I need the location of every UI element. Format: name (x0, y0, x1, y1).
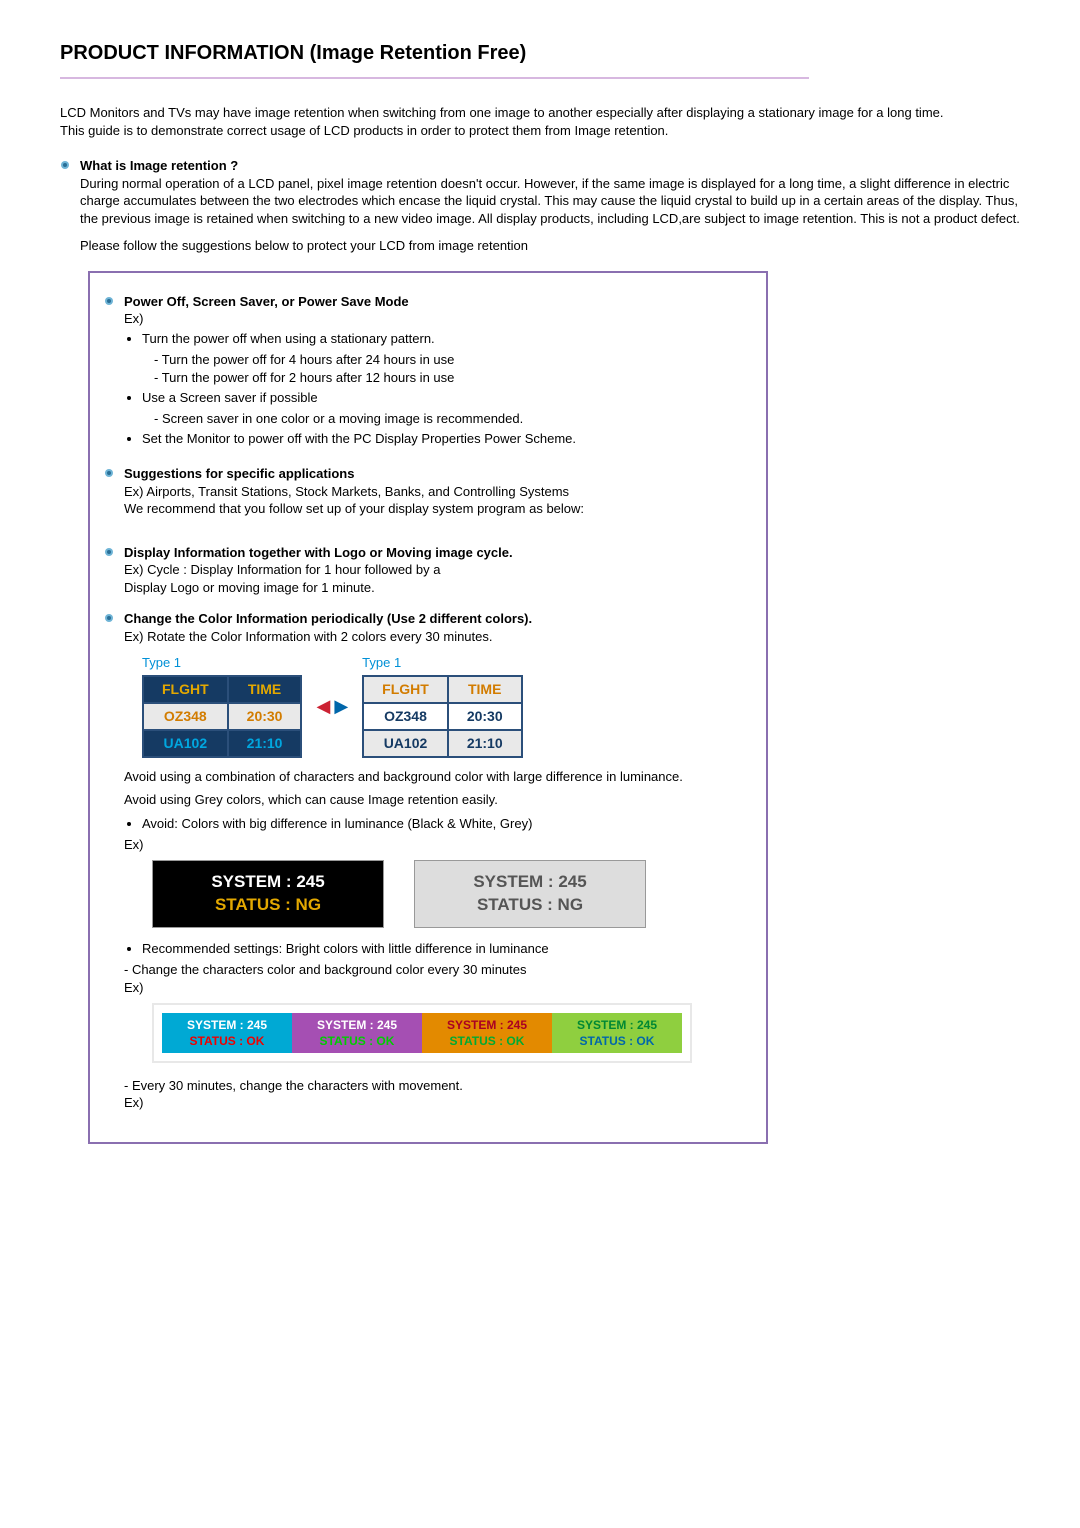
section-specific-apps: Suggestions for specific applications Ex… (104, 465, 750, 518)
rec-box-4-l2: STATUS : OK (552, 1033, 682, 1049)
arrows-icon: ◀▶ (316, 694, 348, 718)
section-power-off: Power Off, Screen Saver, or Power Save M… (104, 293, 750, 451)
rec-ex: Ex) (124, 979, 750, 997)
section-change-color: Change the Color Information periodicall… (104, 610, 750, 1111)
rec-box-3-l1: SYSTEM : 245 (422, 1017, 552, 1033)
avoid-box-1-l1: SYSTEM : 245 (153, 871, 383, 894)
rec-l1: - Change the characters color and backgr… (124, 961, 750, 979)
rec-box-4-l1: SYSTEM : 245 (552, 1017, 682, 1033)
ft-r0c0: OZ348 (143, 703, 228, 730)
s2-l2: We recommend that you follow set up of y… (124, 500, 750, 518)
flight-table-1: Type 1 FLGHTTIME OZ34820:30 UA10221:10 (142, 654, 302, 758)
bullet-icon (104, 613, 114, 623)
bullet-icon (60, 160, 70, 170)
rec-box-1: SYSTEM : 245 STATUS : OK (162, 1013, 292, 1053)
rec-box-2-l1: SYSTEM : 245 (292, 1017, 422, 1033)
ft1-caption: Type 1 (142, 654, 302, 676)
ft2-caption: Type 1 (362, 654, 522, 676)
ft-r0c1: 20:30 (228, 703, 302, 730)
title-divider (60, 77, 809, 79)
bullet-icon (104, 547, 114, 557)
s1-b1a: - Turn the power off for 4 hours after 2… (154, 351, 750, 369)
s1-b3: Set the Monitor to power off with the PC… (142, 430, 750, 448)
section-display-logo: Display Information together with Logo o… (104, 544, 750, 597)
intro-line-2: This guide is to demonstrate correct usa… (60, 122, 1020, 140)
ft-h1: FLGHT (143, 676, 228, 703)
rec-box-4: SYSTEM : 245 STATUS : OK (552, 1013, 682, 1053)
ft-r0c0: OZ348 (363, 703, 448, 730)
section-what-is: What is Image retention ? During normal … (60, 157, 1020, 255)
s1-b1: Turn the power off when using a stationa… (142, 330, 750, 348)
avoid-box-1-l2: STATUS : NG (153, 894, 383, 917)
ft-h2: TIME (228, 676, 302, 703)
s1-b2: Use a Screen saver if possible (142, 389, 750, 407)
bullet-icon (104, 296, 114, 306)
avoid-box-2-l1: SYSTEM : 245 (415, 871, 645, 894)
s3-l2: Display Logo or moving image for 1 minut… (124, 579, 750, 597)
avoid-examples: SYSTEM : 245 STATUS : NG SYSTEM : 245 ST… (152, 860, 750, 928)
avoid-p1: Avoid using a combination of characters … (124, 768, 750, 786)
rec-bul: Recommended settings: Bright colors with… (142, 940, 750, 958)
q1-title: What is Image retention ? (80, 157, 1020, 175)
recommended-examples: SYSTEM : 245 STATUS : OK SYSTEM : 245 ST… (152, 1003, 692, 1063)
s4-title: Change the Color Information periodicall… (124, 610, 750, 628)
s2-l1: Ex) Airports, Transit Stations, Stock Ma… (124, 483, 750, 501)
ft-h1: FLGHT (363, 676, 448, 703)
q1-body: During normal operation of a LCD panel, … (80, 175, 1020, 228)
s1-b1b: - Turn the power off for 2 hours after 1… (154, 369, 750, 387)
ft-r1c1: 21:10 (228, 730, 302, 757)
s3-title: Display Information together with Logo o… (124, 544, 750, 562)
last-l1: - Every 30 minutes, change the character… (124, 1077, 750, 1095)
avoid-bul: Avoid: Colors with big difference in lum… (142, 815, 750, 833)
rec-box-3: SYSTEM : 245 STATUS : OK (422, 1013, 552, 1053)
s1-b2a: - Screen saver in one color or a moving … (154, 410, 750, 428)
ft-r1c1: 21:10 (448, 730, 522, 757)
rec-box-3-l2: STATUS : OK (422, 1033, 552, 1049)
rec-box-1-l1: SYSTEM : 245 (162, 1017, 292, 1033)
intro-block: LCD Monitors and TVs may have image rete… (60, 104, 1020, 139)
rec-box-1-l2: STATUS : OK (162, 1033, 292, 1049)
s2-title: Suggestions for specific applications (124, 465, 750, 483)
avoid-box-2-l2: STATUS : NG (415, 894, 645, 917)
s1-title: Power Off, Screen Saver, or Power Save M… (124, 293, 750, 311)
ft-r0c1: 20:30 (448, 703, 522, 730)
page-title: PRODUCT INFORMATION (Image Retention Fre… (60, 40, 1020, 67)
last-ex: Ex) (124, 1094, 750, 1112)
rec-box-2-l2: STATUS : OK (292, 1033, 422, 1049)
s4-l1: Ex) Rotate the Color Information with 2 … (124, 628, 750, 646)
s1-ex: Ex) (124, 310, 750, 328)
flight-table-2: Type 1 FLGHTTIME OZ34820:30 UA10221:10 (362, 654, 522, 758)
suggestions-box: Power Off, Screen Saver, or Power Save M… (88, 271, 768, 1144)
avoid-ex: Ex) (124, 836, 750, 854)
avoid-box-2: SYSTEM : 245 STATUS : NG (414, 860, 646, 928)
ft-r1c0: UA102 (363, 730, 448, 757)
avoid-box-1: SYSTEM : 245 STATUS : NG (152, 860, 384, 928)
rec-box-2: SYSTEM : 245 STATUS : OK (292, 1013, 422, 1053)
flight-tables: Type 1 FLGHTTIME OZ34820:30 UA10221:10 ◀… (142, 654, 750, 758)
q1-follow: Please follow the suggestions below to p… (80, 237, 1020, 255)
avoid-p2: Avoid using Grey colors, which can cause… (124, 791, 750, 809)
ft-r1c0: UA102 (143, 730, 228, 757)
s3-l1: Ex) Cycle : Display Information for 1 ho… (124, 561, 750, 579)
intro-line-1: LCD Monitors and TVs may have image rete… (60, 104, 1020, 122)
ft-h2: TIME (448, 676, 522, 703)
bullet-icon (104, 468, 114, 478)
